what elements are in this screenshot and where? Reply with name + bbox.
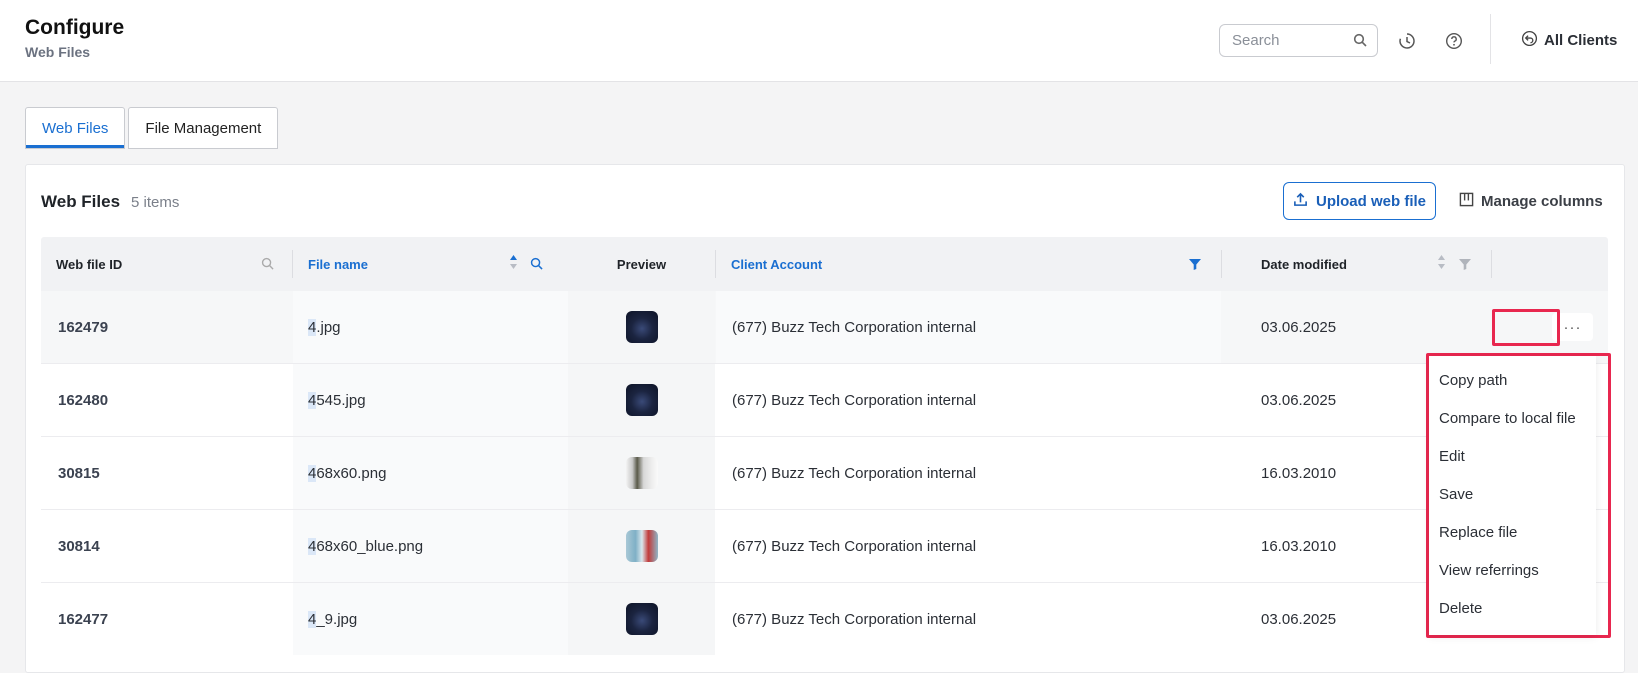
- date-modified: 03.06.2025: [1261, 391, 1337, 409]
- page-subtitle: Web Files: [25, 44, 91, 60]
- preview-thumbnail[interactable]: [625, 384, 658, 416]
- menu-item-copy-path[interactable]: Copy path: [1429, 361, 1596, 399]
- sort-icon[interactable]: [509, 254, 518, 275]
- file-name[interactable]: 4 .jpg: [308, 291, 573, 363]
- file-name-rest: .jpg: [316, 318, 341, 336]
- item-count: 5 items: [131, 194, 180, 211]
- file-name[interactable]: 4 545.jpg: [308, 364, 573, 436]
- web-file-id: 162479: [58, 318, 109, 336]
- header-divider: [1490, 14, 1491, 64]
- panel-title: Web Files: [41, 192, 121, 211]
- menu-item-view-referrings[interactable]: View referrings: [1429, 551, 1596, 589]
- file-name-match: 4: [308, 464, 317, 482]
- preview-thumbnail[interactable]: [625, 311, 658, 343]
- web-files-panel: Web Files 5 items Upload web file Manage…: [25, 164, 1625, 673]
- search-box: [1219, 24, 1378, 57]
- client-account: (677) Buzz Tech Corporation internal: [732, 391, 977, 409]
- web-file-id: 162477: [58, 610, 109, 628]
- file-name-rest: 68x60.png: [316, 464, 387, 482]
- context-menu-highlight: Copy path Compare to local file Edit Sav…: [1426, 353, 1611, 638]
- menu-item-delete[interactable]: Delete: [1429, 589, 1596, 627]
- date-modified: 16.03.2010: [1261, 537, 1337, 555]
- page-title: Configure: [25, 16, 125, 39]
- column-divider: [1491, 250, 1492, 278]
- search-icon[interactable]: [530, 257, 543, 275]
- tab-file-management[interactable]: File Management: [128, 107, 279, 149]
- column-divider: [1221, 250, 1222, 278]
- menu-item-save[interactable]: Save: [1429, 475, 1596, 513]
- date-modified: 03.06.2025: [1261, 318, 1337, 336]
- context-menu: Copy path Compare to local file Edit Sav…: [1429, 356, 1596, 635]
- menu-item-compare-to-local-file[interactable]: Compare to local file: [1429, 399, 1596, 437]
- upload-icon: [1293, 192, 1308, 211]
- table-row[interactable]: 162477 4 _9.jpg (677) Buzz Tech Corporati…: [41, 583, 1608, 656]
- client-account: (677) Buzz Tech Corporation internal: [732, 537, 977, 555]
- manage-columns-label: Manage columns: [1481, 193, 1603, 210]
- manage-columns-button[interactable]: Manage columns: [1459, 192, 1603, 211]
- back-circle-icon: [1521, 30, 1538, 51]
- more-actions-button[interactable]: ···: [1552, 313, 1593, 341]
- tab-web-files[interactable]: Web Files: [25, 107, 126, 149]
- web-file-id: 30815: [58, 464, 100, 482]
- preview-cell: [568, 291, 715, 363]
- date-modified: 03.06.2025: [1261, 610, 1337, 628]
- menu-item-edit[interactable]: Edit: [1429, 437, 1596, 475]
- top-bar: Configure Web Files All Clients: [0, 0, 1638, 82]
- col-header-date-modified[interactable]: Date modified: [1246, 237, 1347, 291]
- col-header-label: Web file ID: [56, 256, 123, 272]
- columns-icon: [1459, 192, 1474, 211]
- preview-thumbnail[interactable]: [625, 603, 658, 635]
- col-header-label: Date modified: [1261, 256, 1347, 272]
- upload-label: Upload web file: [1315, 192, 1426, 210]
- upload-web-file-button[interactable]: Upload web file: [1283, 182, 1436, 220]
- preview-cell: [568, 437, 715, 509]
- file-name[interactable]: 4 68x60_blue.png: [308, 510, 573, 582]
- file-name-match: 4: [308, 537, 317, 555]
- client-account: (677) Buzz Tech Corporation internal: [732, 610, 977, 628]
- preview-cell: [568, 583, 715, 655]
- file-name[interactable]: 4 68x60.png: [308, 437, 573, 509]
- client-account: (677) Buzz Tech Corporation internal: [732, 318, 977, 336]
- preview-cell: [568, 510, 715, 582]
- file-name-rest: _9.jpg: [316, 610, 358, 628]
- web-file-id: 30814: [58, 537, 100, 555]
- client-account: (677) Buzz Tech Corporation internal: [732, 464, 977, 482]
- table-row[interactable]: 162480 4 545.jpg (677) Buzz Tech Corporat…: [41, 364, 1608, 437]
- filter-icon[interactable]: [1459, 257, 1471, 275]
- date-modified: 16.03.2010: [1261, 464, 1337, 482]
- help-icon[interactable]: [1443, 30, 1465, 52]
- col-header-preview: Preview: [568, 237, 715, 291]
- tab-bar: Web Files File Management: [25, 107, 279, 149]
- search-icon[interactable]: [1353, 33, 1367, 52]
- col-header-file-name[interactable]: File name: [293, 237, 368, 291]
- web-files-table: Web file ID File name Preview Client Acc…: [41, 237, 1608, 656]
- file-name-rest: 68x60_blue.png: [316, 537, 424, 555]
- filter-icon[interactable]: [1189, 257, 1201, 275]
- preview-thumbnail[interactable]: [625, 457, 658, 489]
- table-row[interactable]: 162479 4 .jpg (677) Buzz Tech Corporation…: [41, 291, 1608, 364]
- col-header-label: Preview: [616, 256, 667, 272]
- preview-thumbnail[interactable]: [625, 530, 658, 562]
- file-name[interactable]: 4 _9.jpg: [308, 583, 573, 655]
- web-file-id: 162480: [58, 391, 109, 409]
- search-icon[interactable]: [261, 257, 274, 275]
- col-header-client-account[interactable]: Client Account: [716, 237, 822, 291]
- table-header: Web file ID File name Preview Client Acc…: [41, 237, 1608, 291]
- search-input[interactable]: [1220, 25, 1340, 56]
- history-icon[interactable]: [1396, 30, 1418, 52]
- col-header-web-file-id[interactable]: Web file ID: [41, 237, 281, 291]
- all-clients-label: All Clients: [1544, 32, 1618, 49]
- all-clients-button[interactable]: All Clients: [1521, 30, 1617, 51]
- file-name-rest: 545.jpg: [316, 391, 366, 409]
- table-row[interactable]: 30815 4 68x60.png (677) Buzz Tech Corpora…: [41, 437, 1608, 510]
- col-header-label: File name: [308, 256, 368, 272]
- menu-item-replace-file[interactable]: Replace file: [1429, 513, 1596, 551]
- preview-cell: [568, 364, 715, 436]
- file-name-match: 4: [308, 391, 317, 409]
- file-name-match: 4: [308, 318, 317, 336]
- table-row[interactable]: 30814 4 68x60_blue.png (677) Buzz Tech Co…: [41, 510, 1608, 583]
- sort-icon[interactable]: [1437, 254, 1446, 275]
- col-header-label: Client Account: [731, 256, 823, 272]
